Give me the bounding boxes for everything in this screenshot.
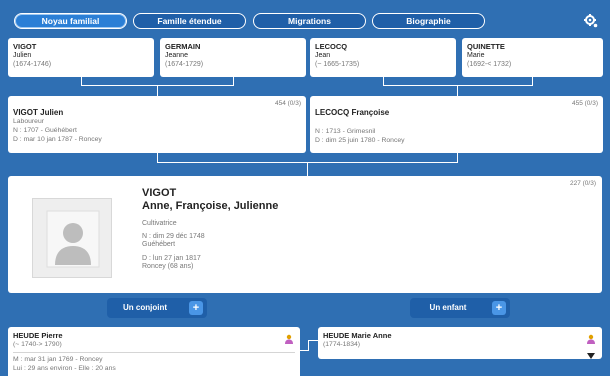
subject-birth-place: Guéhébert (142, 241, 176, 248)
plus-icon[interactable]: + (492, 301, 506, 315)
record-count: 455 (0/3) (571, 100, 598, 107)
connector-line (457, 85, 458, 96)
parent-birth: N : 1713 - Grimesnil (315, 128, 376, 135)
grandparent-dates: (1674-1729) (165, 61, 204, 68)
spouse-dates: (~ 1740-> 1790) (13, 341, 62, 348)
parent-death: D : mar 10 jan 1787 - Roncey (13, 136, 102, 143)
subject-card[interactable]: 227 (0/3) VIGOT Anne, Françoise, Julienn… (8, 176, 602, 293)
subject-birth-date: N : dim 29 déc 1748 (142, 233, 205, 240)
child-card[interactable]: HEUDE Marie Anne (1774-1834) (318, 327, 602, 359)
parent-name: LECOCQ Françoise (315, 108, 390, 117)
connector-line (532, 77, 533, 85)
add-spouse-label: Un conjoint (123, 303, 167, 312)
add-child-label: Un enfant (429, 303, 467, 312)
parent-birth: N : 1707 - Guéhébert (13, 127, 77, 134)
grandparent-dates: (~ 1665-1735) (315, 61, 360, 68)
connector-line (300, 350, 308, 351)
person-silhouette-icon (32, 198, 112, 278)
parent-name: VIGOT Julien (13, 108, 64, 117)
subject-surname: VIGOT (142, 187, 177, 199)
parent-death: D : dim 25 juin 1780 - Roncey (315, 137, 405, 144)
subject-occupation: Cultivatrice (142, 220, 177, 227)
record-count: 454 (0/3) (274, 100, 301, 107)
spouse-name: HEUDE Pierre (13, 331, 63, 340)
connector-line (308, 340, 318, 341)
grandparent-dates: (1692-< 1732) (467, 61, 512, 68)
person-icon (284, 331, 294, 344)
grandparent-surname: GERMAIN (165, 42, 201, 51)
plus-icon[interactable]: + (189, 301, 203, 315)
subject-death-date: D : lun 27 jan 1817 (142, 255, 201, 262)
tab-biographie[interactable]: Biographie (372, 13, 485, 29)
grandparent-card-vigot[interactable]: VIGOT Julien (1674-1746) (8, 38, 154, 77)
grandparent-given: Julien (13, 52, 32, 59)
genealogy-app: Noyau familial Famille étendue Migration… (0, 0, 610, 376)
subject-death-place: Roncey (68 ans) (142, 263, 194, 270)
subject-given-names: Anne, Françoise, Julienne (142, 200, 279, 212)
child-name: HEUDE Marie Anne (323, 331, 392, 340)
grandparent-given: Jean (315, 52, 331, 59)
chevron-down-icon[interactable] (587, 346, 595, 359)
connector-line (307, 162, 308, 176)
divider (13, 352, 295, 353)
parent-occupation: Laboureur (13, 118, 44, 125)
connector-line (157, 85, 158, 96)
grandparent-surname: QUINETTE (467, 42, 505, 51)
marriage-date: M : mar 31 jan 1769 - Roncey (13, 356, 103, 363)
person-icon (586, 331, 596, 344)
grandparent-dates: (1674-1746) (13, 61, 52, 68)
grandparent-given: Marie (467, 52, 485, 59)
parent-card-father[interactable]: 454 (0/3) VIGOT Julien Laboureur N : 170… (8, 96, 306, 153)
child-dates: (1774-1834) (323, 341, 361, 348)
connector-line (81, 77, 82, 85)
record-count: 227 (0/3) (569, 180, 596, 187)
grandparent-surname: VIGOT (13, 42, 37, 51)
add-spouse-button[interactable]: Un conjoint + (107, 298, 207, 318)
grandparent-given: Jeanne (165, 52, 188, 59)
parent-card-mother[interactable]: 455 (0/3) LECOCQ Françoise N : 1713 - Gr… (310, 96, 603, 153)
tab-famille-etendue[interactable]: Famille étendue (133, 13, 246, 29)
grandparent-card-lecocq[interactable]: LECOCQ Jean (~ 1665-1735) (310, 38, 456, 77)
spouse-card[interactable]: HEUDE Pierre (~ 1740-> 1790) M : mar 31 … (8, 327, 300, 376)
connector-line (157, 153, 158, 162)
grandparent-card-quinette[interactable]: QUINETTE Marie (1692-< 1732) (462, 38, 603, 77)
grandparent-surname: LECOCQ (315, 42, 348, 51)
gear-icon[interactable] (584, 14, 598, 28)
connector-line (383, 85, 533, 86)
connector-line (308, 340, 309, 351)
connector-line (457, 153, 458, 162)
tab-migrations[interactable]: Migrations (253, 13, 366, 29)
marriage-ages: Lui : 29 ans environ - Elle : 20 ans (13, 365, 116, 372)
add-child-button[interactable]: Un enfant + (410, 298, 510, 318)
grandparent-card-germain[interactable]: GERMAIN Jeanne (1674-1729) (160, 38, 306, 77)
connector-line (383, 77, 384, 85)
tab-noyau-familial[interactable]: Noyau familial (14, 13, 127, 29)
connector-line (233, 77, 234, 85)
